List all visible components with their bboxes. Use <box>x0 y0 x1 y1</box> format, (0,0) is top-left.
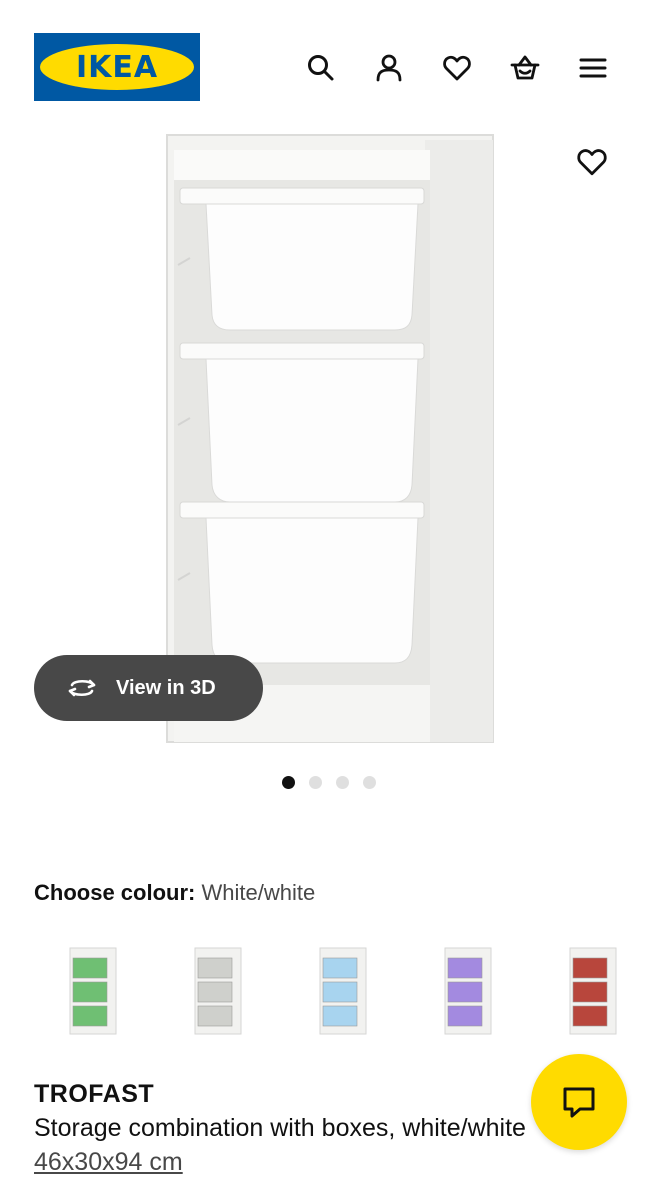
colour-swatch-grey[interactable] <box>193 946 243 1038</box>
colour-swatch-red[interactable] <box>568 946 618 1038</box>
image-carousel-dots <box>282 775 390 789</box>
menu-icon[interactable] <box>573 46 613 90</box>
carousel-dot[interactable] <box>336 775 349 789</box>
heart-icon[interactable] <box>437 46 477 90</box>
carousel-dot[interactable] <box>282 775 295 789</box>
view-in-3d-button[interactable]: View in 3D <box>34 655 263 721</box>
logo-text: IKEA <box>75 49 159 85</box>
logo-oval: IKEA <box>40 44 194 90</box>
colour-value: White/white <box>201 880 316 905</box>
product-page: IKEA View in 3D Choose colour: White/whi… <box>0 0 660 1200</box>
top-header: IKEA <box>0 0 660 120</box>
view-in-3d-label: View in 3D <box>116 676 216 699</box>
search-icon[interactable] <box>301 46 341 90</box>
user-icon[interactable] <box>369 46 409 90</box>
colour-swatch-blue[interactable] <box>318 946 368 1038</box>
colour-options <box>0 940 660 1040</box>
colour-swatch-green[interactable] <box>68 946 118 1038</box>
product-name: TROFAST <box>34 1080 155 1108</box>
colour-selector-heading: Choose colour: White/white <box>34 880 315 906</box>
colour-swatch-lilac[interactable] <box>443 946 493 1038</box>
chat-icon <box>563 1087 595 1118</box>
add-to-favourites-icon[interactable] <box>572 142 612 182</box>
product-size-link[interactable]: 46x30x94 cm <box>34 1148 183 1177</box>
colour-label: Choose colour: <box>34 880 196 905</box>
basket-icon[interactable] <box>505 46 545 90</box>
ikea-logo[interactable]: IKEA <box>34 33 200 101</box>
chat-button[interactable] <box>531 1054 627 1150</box>
carousel-dot[interactable] <box>363 775 376 789</box>
rotate-3d-icon <box>68 679 96 697</box>
carousel-dot[interactable] <box>309 775 322 789</box>
